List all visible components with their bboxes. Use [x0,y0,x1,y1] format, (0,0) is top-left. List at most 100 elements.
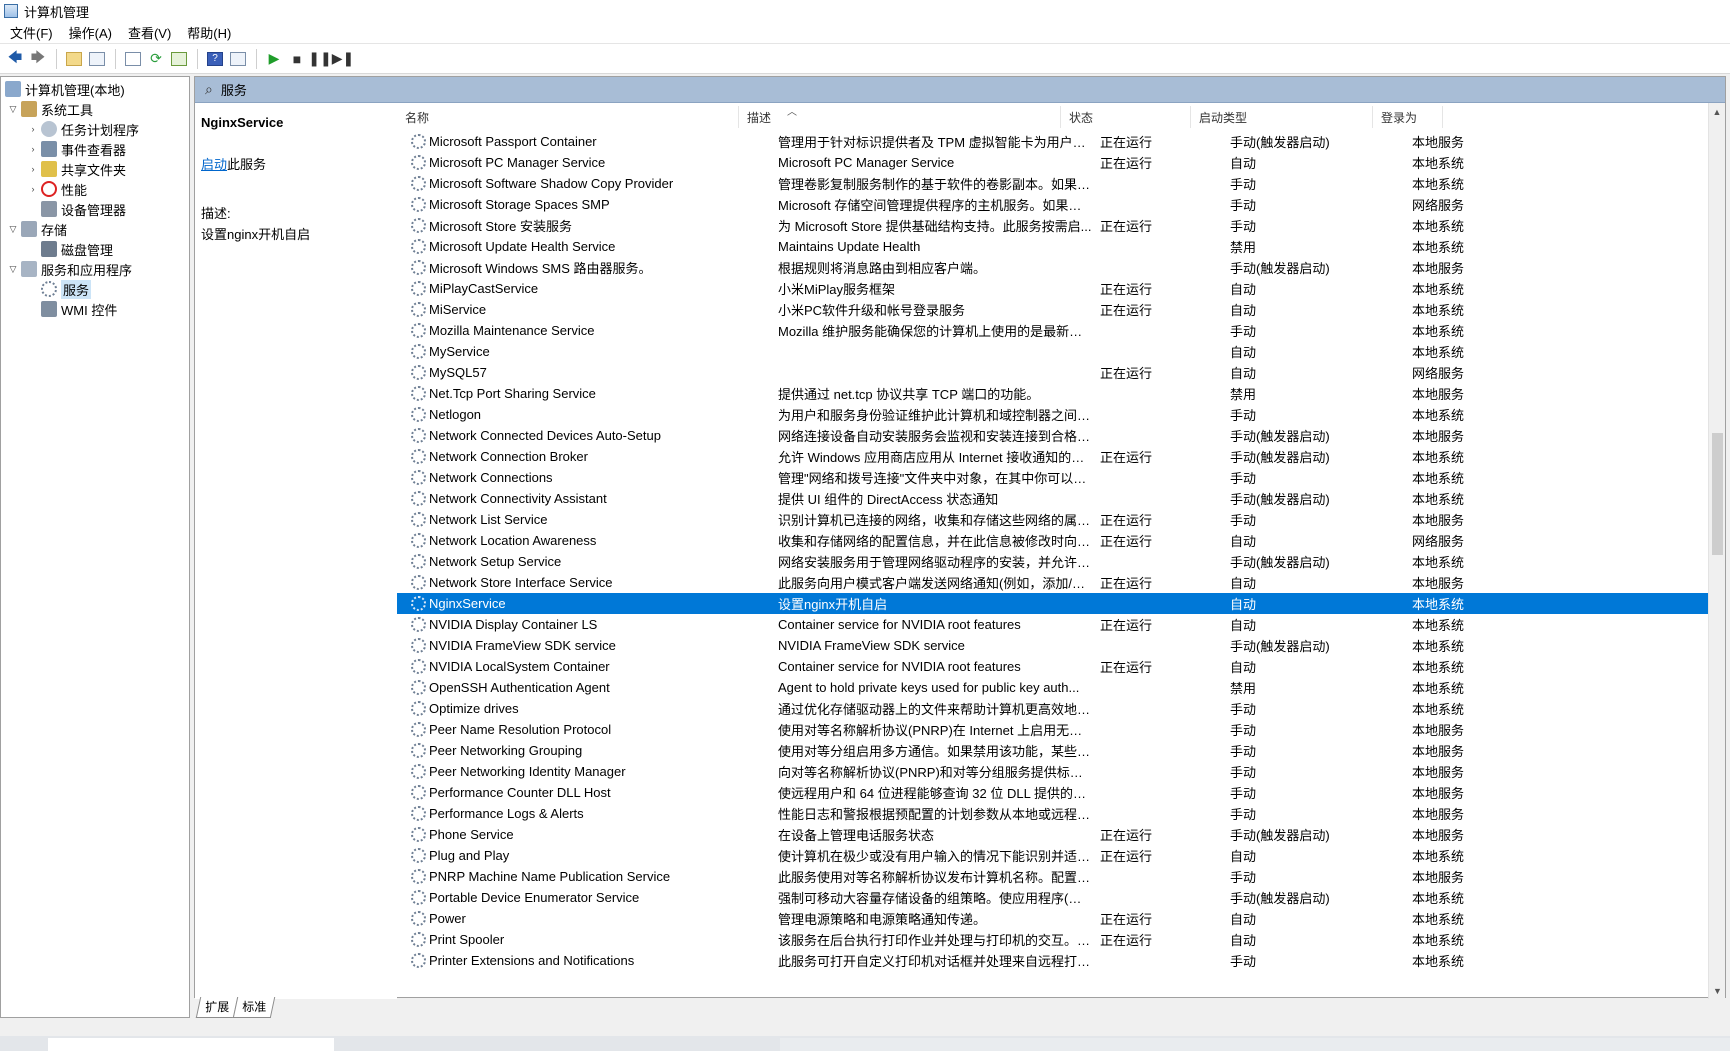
service-name: Microsoft PC Manager Service [429,155,606,170]
expand-icon[interactable]: › [27,184,39,194]
tree-item-root[interactable]: 计算机管理(本地) [5,79,125,99]
service-row[interactable]: Peer Networking Grouping 使用对等分组启用多方通信。如果禁… [397,740,1723,761]
start-service-link[interactable]: 启动 [201,157,227,172]
tree-item-system-tools[interactable]: ▽ 系统工具 [7,99,93,119]
console-icon[interactable] [227,48,249,70]
service-gear-icon [411,953,426,968]
service-row[interactable]: Microsoft Software Shadow Copy Provider 管… [397,173,1723,194]
menu-action[interactable]: 操作(A) [69,23,112,42]
service-row[interactable]: Microsoft PC Manager Service Microsoft PC… [397,152,1723,173]
service-row[interactable]: PrintWorkflow_13341c5提供对打印工作流应用程序的支持。如果关… [397,971,1723,973]
service-row[interactable]: Phone Service 在设备上管理电话服务状态 正在运行 手动(触发器启动) 本地… [397,824,1723,845]
tab-extended[interactable]: 扩展 [195,997,239,1018]
taskbar-item[interactable] [48,1038,334,1051]
properties-icon[interactable] [122,48,144,70]
service-row[interactable]: Microsoft Storage Spaces SMP Microsoft 存储… [397,194,1723,215]
expand-icon[interactable]: › [27,164,39,174]
service-row[interactable]: Microsoft Windows SMS 路由器服务。 根据规则将消息路由到相应… [397,257,1723,278]
collapse-icon[interactable]: ▽ [7,264,19,275]
column-header-startup-type[interactable]: 启动类型 [1191,106,1373,128]
service-row[interactable]: Optimize drives 通过优化存储驱动器上的文件来帮助计算机更高效地运行… [397,698,1723,719]
vertical-scrollbar[interactable]: ▲ ▼ [1708,103,1725,999]
tree-item-storage[interactable]: ▽ 存储 [7,219,67,239]
expand-icon[interactable]: › [27,144,39,154]
service-row[interactable]: Printer Extensions and Notifications 此服务可… [397,950,1723,971]
service-row[interactable]: NVIDIA LocalSystem Container Container se… [397,656,1723,677]
service-row[interactable]: Netlogon 为用户和服务身份验证维护此计算机和域控制器之间的安... 手动 本地… [397,404,1723,425]
menu-file[interactable]: 文件(F) [10,23,53,42]
service-row[interactable]: MiPlayCastService 小米MiPlay服务框架 正在运行 自动 本地系统 [397,278,1723,299]
service-row[interactable]: MyService 自动 本地系统 [397,341,1723,362]
stop-service-icon[interactable]: ■ [286,48,308,70]
pause-service-icon[interactable]: ❚❚ [308,48,331,70]
service-row[interactable]: Microsoft Store 安装服务 为 Microsoft Store 提供… [397,215,1723,236]
service-name: Power [429,911,466,926]
scroll-up-icon[interactable]: ▲ [1709,103,1725,120]
restart-service-icon[interactable]: ▶❚ [332,48,355,70]
service-row[interactable]: Performance Counter DLL Host 使远程用户和 64 位进… [397,782,1723,803]
up-folder-icon[interactable] [63,48,85,70]
service-row[interactable]: Network Connections 管理"网络和拨号连接"文件夹中对象，在其中… [397,467,1723,488]
start-service-icon[interactable]: ▶ [263,48,285,70]
service-row[interactable]: MySQL57 正在运行 自动 网络服务 [397,362,1723,383]
taskbar-item[interactable] [780,1038,1730,1051]
column-header-status[interactable]: 状态 [1061,106,1191,128]
service-row[interactable]: Network Connection Broker 允许 Windows 应用商店… [397,446,1723,467]
service-row[interactable]: NginxService 设置nginx开机自启 自动 本地系统 [397,593,1723,614]
collapse-icon[interactable]: ▽ [7,224,19,235]
menu-view[interactable]: 查看(V) [128,23,171,42]
service-row[interactable]: Microsoft Passport Container 管理用于针对标识提供者及… [397,131,1723,152]
column-header-logon-as[interactable]: 登录为 [1373,106,1443,128]
expand-icon[interactable]: › [27,124,39,134]
service-row[interactable]: Plug and Play 使计算机在极少或没有用户输入的情况下能识别并适应硬..… [397,845,1723,866]
tree-item-performance[interactable]: › 性能 [27,179,87,199]
service-row[interactable]: OpenSSH Authentication Agent Agent to hol… [397,677,1723,698]
service-row[interactable]: Peer Networking Identity Manager 向对等名称解析协… [397,761,1723,782]
service-startup-type: 自动 [1230,933,1257,948]
back-icon[interactable]: 🡄 [4,48,26,70]
tree-item-task-scheduler[interactable]: › 任务计划程序 [27,119,139,139]
service-row[interactable]: Performance Logs & Alerts 性能日志和警报根据预配置的计划… [397,803,1723,824]
service-row[interactable]: Print Spooler 该服务在后台执行打印作业并处理与打印机的交互。如果..… [397,929,1723,950]
service-row[interactable]: Network Store Interface Service 此服务向用户模式客… [397,572,1723,593]
menu-help[interactable]: 帮助(H) [187,23,231,42]
service-name-cell: NVIDIA LocalSystem Container [397,659,770,674]
refresh-icon[interactable]: ⟳ [145,48,167,70]
service-row[interactable]: Power 管理电源策略和电源策略通知传递。 正在运行 自动 本地系统 [397,908,1723,929]
service-description: 允许 Windows 应用商店应用从 Internet 接收通知的代... [778,450,1092,465]
service-row[interactable]: PNRP Machine Name Publication Service 此服务… [397,866,1723,887]
tree-label: 服务 [61,279,92,299]
forward-icon[interactable]: 🡆 [27,48,49,70]
service-row[interactable]: Mozilla Maintenance Service Mozilla 维护服务能… [397,320,1723,341]
service-row[interactable]: Peer Name Resolution Protocol 使用对等名称解析协议(… [397,719,1723,740]
tab-standard[interactable]: 标准 [232,997,276,1018]
service-row[interactable]: NVIDIA Display Container LS Container ser… [397,614,1723,635]
service-startup-type: 手动(触发器启动) [1230,828,1330,843]
service-logon-as: 本地系统 [1412,240,1465,255]
service-row[interactable]: MiService 小米PC软件升级和帐号登录服务 正在运行 自动 本地系统 [397,299,1723,320]
help-icon[interactable]: ? [204,48,226,70]
column-header-name[interactable]: 名称 [397,106,739,128]
service-row[interactable]: Network Setup Service 网络安装服务用于管理网络驱动程序的安装… [397,551,1723,572]
service-row[interactable]: Network Location Awareness 收集和存储网络的配置信息，并… [397,530,1723,551]
tree-item-services[interactable]: 服务 [41,279,92,299]
service-row[interactable]: NVIDIA FrameView SDK service NVIDIA Frame… [397,635,1723,656]
service-row[interactable]: Network Connectivity Assistant 提供 UI 组件的 … [397,488,1723,509]
service-row[interactable]: Network List Service 识别计算机已连接的网络，收集和存储这些网… [397,509,1723,530]
service-name: Microsoft Store 安装服务 [429,219,573,234]
tree-item-event-viewer[interactable]: › 事件查看器 [27,139,126,159]
collapse-icon[interactable]: ▽ [7,104,19,115]
show-hide-tree-icon[interactable] [86,48,108,70]
service-row[interactable]: Net.Tcp Port Sharing Service 提供通过 net.tcp… [397,383,1723,404]
tree-item-disk-management[interactable]: 磁盘管理 [41,239,113,259]
scroll-down-icon[interactable]: ▼ [1709,982,1726,999]
tree-item-wmi[interactable]: WMI 控件 [41,299,117,319]
export-icon[interactable] [168,48,190,70]
tree-item-shared-folders[interactable]: › 共享文件夹 [27,159,126,179]
tree-item-services-apps[interactable]: ▽ 服务和应用程序 [7,259,132,279]
service-row[interactable]: Portable Device Enumerator Service 强制可移动大… [397,887,1723,908]
tree-item-device-manager[interactable]: 设备管理器 [41,199,126,219]
scroll-thumb[interactable] [1712,433,1723,555]
service-row[interactable]: Microsoft Update Health Service Maintains… [397,236,1723,257]
service-row[interactable]: Network Connected Devices Auto-Setup 网络连接… [397,425,1723,446]
